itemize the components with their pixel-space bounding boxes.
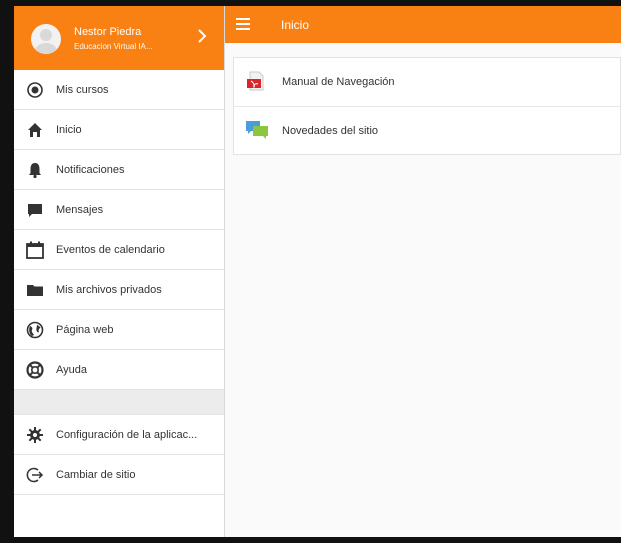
sidebar-item-mensajes[interactable]: Mensajes xyxy=(14,190,224,230)
lifebuoy-icon xyxy=(24,359,46,381)
sidebar-menu: Mis cursos Inicio Notificaciones Mensaje… xyxy=(14,70,224,495)
menu-divider xyxy=(14,390,224,415)
sidebar-item-cambiar-sitio[interactable]: Cambiar de sitio xyxy=(14,455,224,495)
app-header: Inicio xyxy=(225,6,621,43)
gear-icon xyxy=(24,424,46,446)
sidebar-item-label: Ayuda xyxy=(56,363,87,376)
sidebar-item-label: Mis cursos xyxy=(56,83,109,96)
sidebar-item-label: Mis archivos privados xyxy=(56,283,162,296)
list-item-label: Novedades del sitio xyxy=(282,125,379,137)
user-name: Nestor Piedra xyxy=(74,26,142,38)
sidebar-item-ayuda[interactable]: Ayuda xyxy=(14,350,224,390)
device-bezel-bottom xyxy=(0,537,621,543)
calendar-icon xyxy=(24,239,46,261)
sidebar-item-label: Página web xyxy=(56,323,114,336)
sidebar-item-label: Cambiar de sitio xyxy=(56,468,136,481)
sidebar-item-eventos-calendario[interactable]: Eventos de calendario xyxy=(14,230,224,270)
chevron-right-icon xyxy=(198,29,207,43)
bell-icon xyxy=(24,159,46,181)
avatar xyxy=(31,24,61,54)
sidebar-item-label: Inicio xyxy=(56,123,82,136)
user-profile-header[interactable]: Nestor Piedra Educacion Virtual IA... xyxy=(14,6,224,70)
list-item-manual-navegacion[interactable]: Manual de Navegación xyxy=(234,58,620,106)
home-icon xyxy=(24,119,46,141)
sidebar-item-label: Notificaciones xyxy=(56,163,125,176)
pdf-file-icon xyxy=(244,69,270,95)
list-item-label: Manual de Navegación xyxy=(282,76,395,88)
sidebar-item-label: Mensajes xyxy=(56,203,104,216)
hamburger-menu-icon[interactable] xyxy=(236,18,250,30)
sidebar-item-notificaciones[interactable]: Notificaciones xyxy=(14,150,224,190)
sidebar-item-label: Eventos de calendario xyxy=(56,243,165,256)
forum-icon xyxy=(244,118,270,144)
radio-target-icon xyxy=(24,79,46,101)
chat-bubble-icon xyxy=(24,199,46,221)
device-bezel-left xyxy=(0,0,14,543)
user-site-name: Educacion Virtual IA... xyxy=(74,42,153,51)
sidebar-item-inicio[interactable]: Inicio xyxy=(14,110,224,150)
side-drawer: Nestor Piedra Educacion Virtual IA... Mi… xyxy=(14,6,225,537)
sidebar-item-mis-cursos[interactable]: Mis cursos xyxy=(14,70,224,110)
site-blocks-card: Manual de Navegación Novedades del sitio xyxy=(233,57,621,155)
globe-icon xyxy=(24,319,46,341)
sidebar-item-pagina-web[interactable]: Página web xyxy=(14,310,224,350)
app-window: Nestor Piedra Educacion Virtual IA... Mi… xyxy=(0,0,621,543)
page-title: Inicio xyxy=(281,18,310,32)
exit-icon xyxy=(24,464,46,486)
sidebar-item-label: Configuración de la aplicac... xyxy=(56,428,198,441)
main-content: Manual de Navegación Novedades del sitio xyxy=(225,43,621,537)
list-item-novedades[interactable]: Novedades del sitio xyxy=(234,106,620,155)
sidebar-item-configuracion[interactable]: Configuración de la aplicac... xyxy=(14,415,224,455)
folder-icon xyxy=(24,279,46,301)
sidebar-item-archivos-privados[interactable]: Mis archivos privados xyxy=(14,270,224,310)
